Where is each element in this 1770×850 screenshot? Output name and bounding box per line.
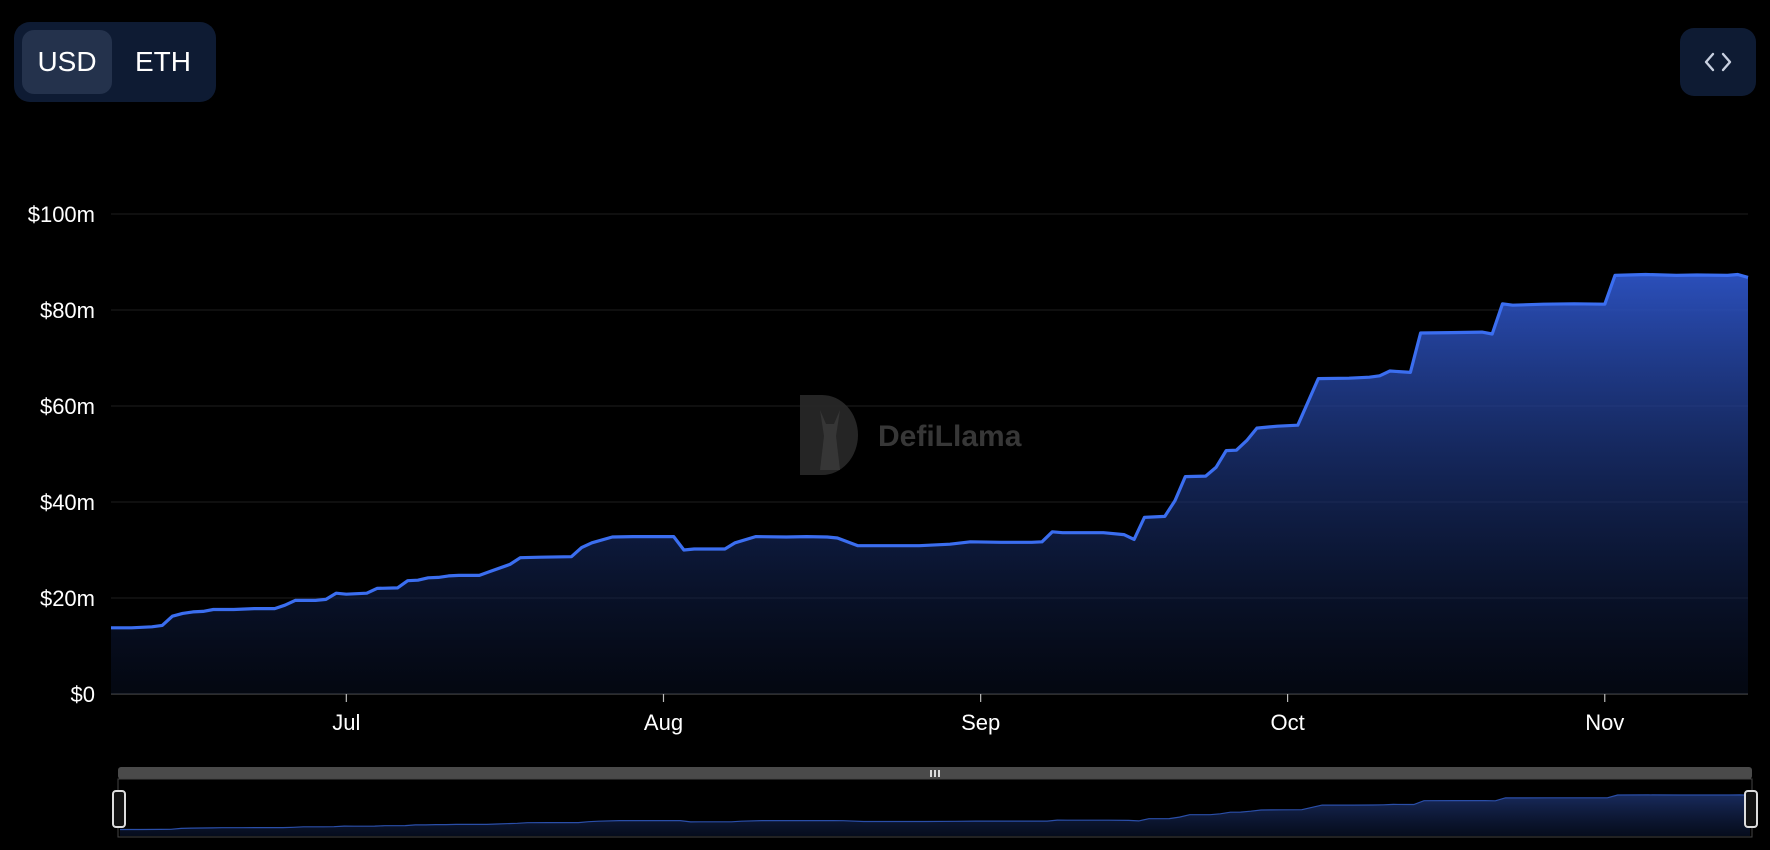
- mini-area: [120, 794, 1750, 836]
- y-axis: $0 $20m $40m $60m $80m $100m: [28, 202, 95, 707]
- defillama-watermark: DefiLlama: [800, 395, 1022, 475]
- watermark-text: DefiLlama: [878, 420, 1022, 453]
- y-tick-label: $80m: [40, 298, 95, 323]
- tvl-chart: $0$20m$40m$60m$80m$100m Jul Aug Sep Oct Nov …: [28, 202, 1758, 838]
- slider-handle-right[interactable]: [1744, 790, 1758, 828]
- slider-grip-icon: [930, 770, 940, 777]
- y-tick-label: $20m: [40, 586, 95, 611]
- y-tick-label: $40m: [40, 490, 95, 515]
- slider-handle-left[interactable]: [112, 790, 126, 828]
- y-tick-label: $100m: [28, 202, 95, 227]
- y-tick-label: $60m: [40, 394, 95, 419]
- tvl-area: [111, 274, 1748, 694]
- x-axis: Jul Aug Sep Oct Nov: [332, 694, 1624, 735]
- x-tick-label: Aug: [644, 710, 683, 735]
- x-tick-label: Sep: [961, 710, 1000, 735]
- range-slider: [112, 767, 1758, 838]
- x-tick-label: Jul: [332, 710, 360, 735]
- x-tick-label: Oct: [1270, 710, 1304, 735]
- x-tick-label: Nov: [1585, 710, 1624, 735]
- y-tick-label: $0: [71, 682, 95, 707]
